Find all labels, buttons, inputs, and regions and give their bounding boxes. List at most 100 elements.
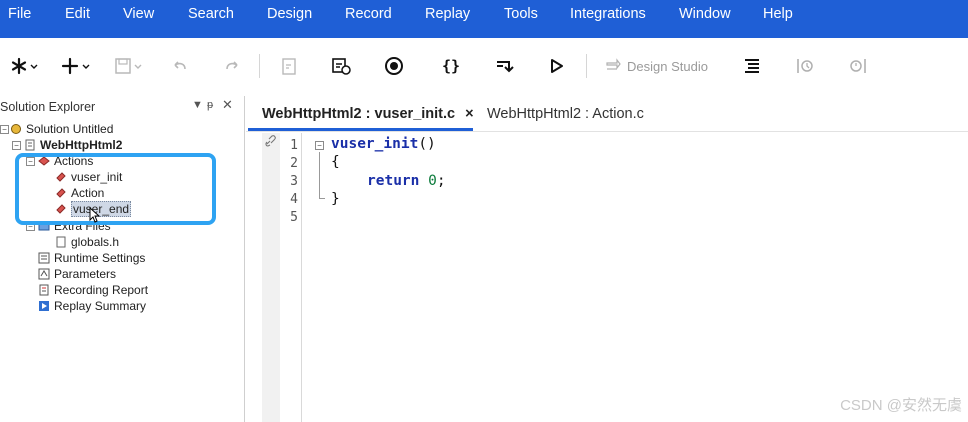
toolbar-separator (259, 54, 260, 78)
tree-item-replay-summary[interactable]: Replay Summary (38, 298, 146, 314)
script-file-button[interactable] (277, 53, 301, 79)
design-studio-button[interactable]: Design Studio (604, 53, 708, 79)
close-brace: } (331, 191, 340, 207)
line-number: 2 (290, 156, 298, 171)
code-editor: WebHttpHtml2 : vuser_init.c × WebHttpHtm… (246, 96, 968, 422)
redo-button[interactable] (220, 53, 244, 79)
replay-log-button[interactable] (793, 53, 817, 79)
tree-item-runtime-settings[interactable]: Runtime Settings (38, 250, 145, 266)
tree-label: Parameters (54, 267, 117, 281)
code-line-3[interactable]: return 0; (367, 173, 446, 189)
menu-help[interactable]: Help (763, 6, 793, 22)
braces-button[interactable]: {} (438, 53, 464, 79)
menu-replay[interactable]: Replay (425, 6, 470, 22)
tree-label: Replay Summary (54, 299, 147, 313)
save-icon (115, 58, 142, 74)
settings-icon (38, 252, 50, 264)
design-studio-icon (606, 58, 621, 70)
menu-search[interactable]: Search (188, 6, 234, 22)
return-value: 0 (428, 173, 437, 189)
solution-icon (11, 124, 21, 134)
menu-bar: File Edit View Search Design Record Repl… (0, 0, 968, 38)
plus-icon (61, 57, 90, 75)
play-button[interactable] (543, 53, 569, 79)
collapse-icon[interactable]: − (0, 125, 9, 134)
record-icon (385, 57, 403, 75)
menu-edit[interactable]: Edit (65, 6, 90, 22)
menu-window[interactable]: Window (679, 6, 731, 22)
add-dropdown-button[interactable] (58, 53, 94, 79)
close-icon[interactable]: ✕ (222, 97, 233, 113)
list-button[interactable] (740, 53, 764, 79)
fold-icon[interactable]: − (315, 141, 324, 150)
tree-label: WebHttpHtml2 (40, 138, 123, 152)
editor-gutter (262, 133, 280, 422)
menu-file[interactable]: File (8, 6, 31, 22)
highlight-annotation (15, 153, 216, 225)
asterisk-dropdown-button[interactable] (6, 53, 42, 79)
replay-summary-icon (39, 301, 49, 311)
pin-icon[interactable]: ᵽ (207, 99, 213, 111)
menu-tools[interactable]: Tools (504, 6, 538, 22)
step-icon (497, 61, 514, 73)
open-brace: { (331, 154, 340, 170)
save-dropdown-button[interactable] (110, 53, 146, 79)
menu-record[interactable]: Record (345, 6, 392, 22)
semicolon: ; (436, 173, 446, 189)
replay-summary-icon (850, 59, 866, 73)
design-studio-label: Design Studio (627, 58, 708, 74)
toolbar-separator (586, 54, 587, 78)
line-number: 4 (290, 192, 298, 207)
file-icon (56, 236, 66, 248)
code-line-4[interactable]: } (331, 191, 340, 207)
redo-icon (226, 61, 238, 70)
fold-line (319, 152, 320, 198)
tab-label: WebHttpHtml2 : vuser_init.c (262, 106, 456, 122)
watermark: CSDN @安然无虞 (840, 397, 962, 414)
link-icon (265, 135, 276, 147)
undo-button[interactable] (168, 53, 192, 79)
collapse-icon[interactable]: − (12, 141, 21, 150)
undo-icon (174, 61, 186, 70)
tree-item-recording-report[interactable]: Recording Report (38, 282, 148, 298)
checkpoint-icon (332, 58, 351, 75)
step-button[interactable] (491, 53, 517, 79)
tab-action[interactable]: WebHttpHtml2 : Action.c (487, 106, 644, 122)
tab-vuser-init[interactable]: WebHttpHtml2 : vuser_init.c × (262, 106, 474, 122)
tree-item-globals-h[interactable]: globals.h (55, 234, 119, 250)
chevron-down-icon[interactable]: ▼ (192, 99, 203, 111)
code-line-2[interactable]: { (331, 154, 340, 170)
menu-view[interactable]: View (123, 6, 154, 22)
mouse-cursor-icon (89, 207, 101, 223)
tree-item-script[interactable]: WebHttpHtml2 (24, 137, 122, 153)
script-icon (25, 139, 35, 151)
return-keyword: return (367, 173, 420, 189)
checkpoint-button[interactable] (329, 53, 353, 79)
asterisk-icon (11, 57, 38, 75)
tree-label: Runtime Settings (54, 251, 146, 265)
editor-tab-bar: WebHttpHtml2 : vuser_init.c × WebHttpHtm… (246, 96, 968, 132)
tree-label: globals.h (71, 235, 120, 249)
solution-explorer-header: Solution Explorer ▼ ᵽ ✕ (0, 96, 245, 118)
report-icon (39, 284, 49, 296)
tree-label: Recording Report (54, 283, 149, 297)
tree-item-parameters[interactable]: Parameters (38, 266, 116, 282)
tree-item-solution[interactable]: Solution Untitled (10, 121, 113, 137)
play-icon (551, 59, 563, 73)
record-button[interactable] (381, 53, 407, 79)
braces-icon: {} (442, 57, 460, 75)
script-file-icon (282, 58, 296, 75)
svg-text:{}: {} (442, 57, 460, 75)
menu-integrations[interactable]: Integrations (570, 6, 646, 22)
replay-summary-button[interactable] (846, 53, 870, 79)
line-number: 3 (290, 174, 298, 189)
list-icon (745, 59, 759, 73)
close-icon[interactable]: × (465, 106, 473, 122)
active-tab-indicator (248, 128, 473, 131)
code-line-1[interactable]: vuser_init() (331, 136, 436, 152)
parameters-icon (38, 268, 50, 280)
replay-log-icon (797, 59, 813, 73)
fold-line (319, 198, 325, 199)
menu-design[interactable]: Design (267, 6, 312, 22)
tree-label: Solution Untitled (26, 122, 114, 136)
